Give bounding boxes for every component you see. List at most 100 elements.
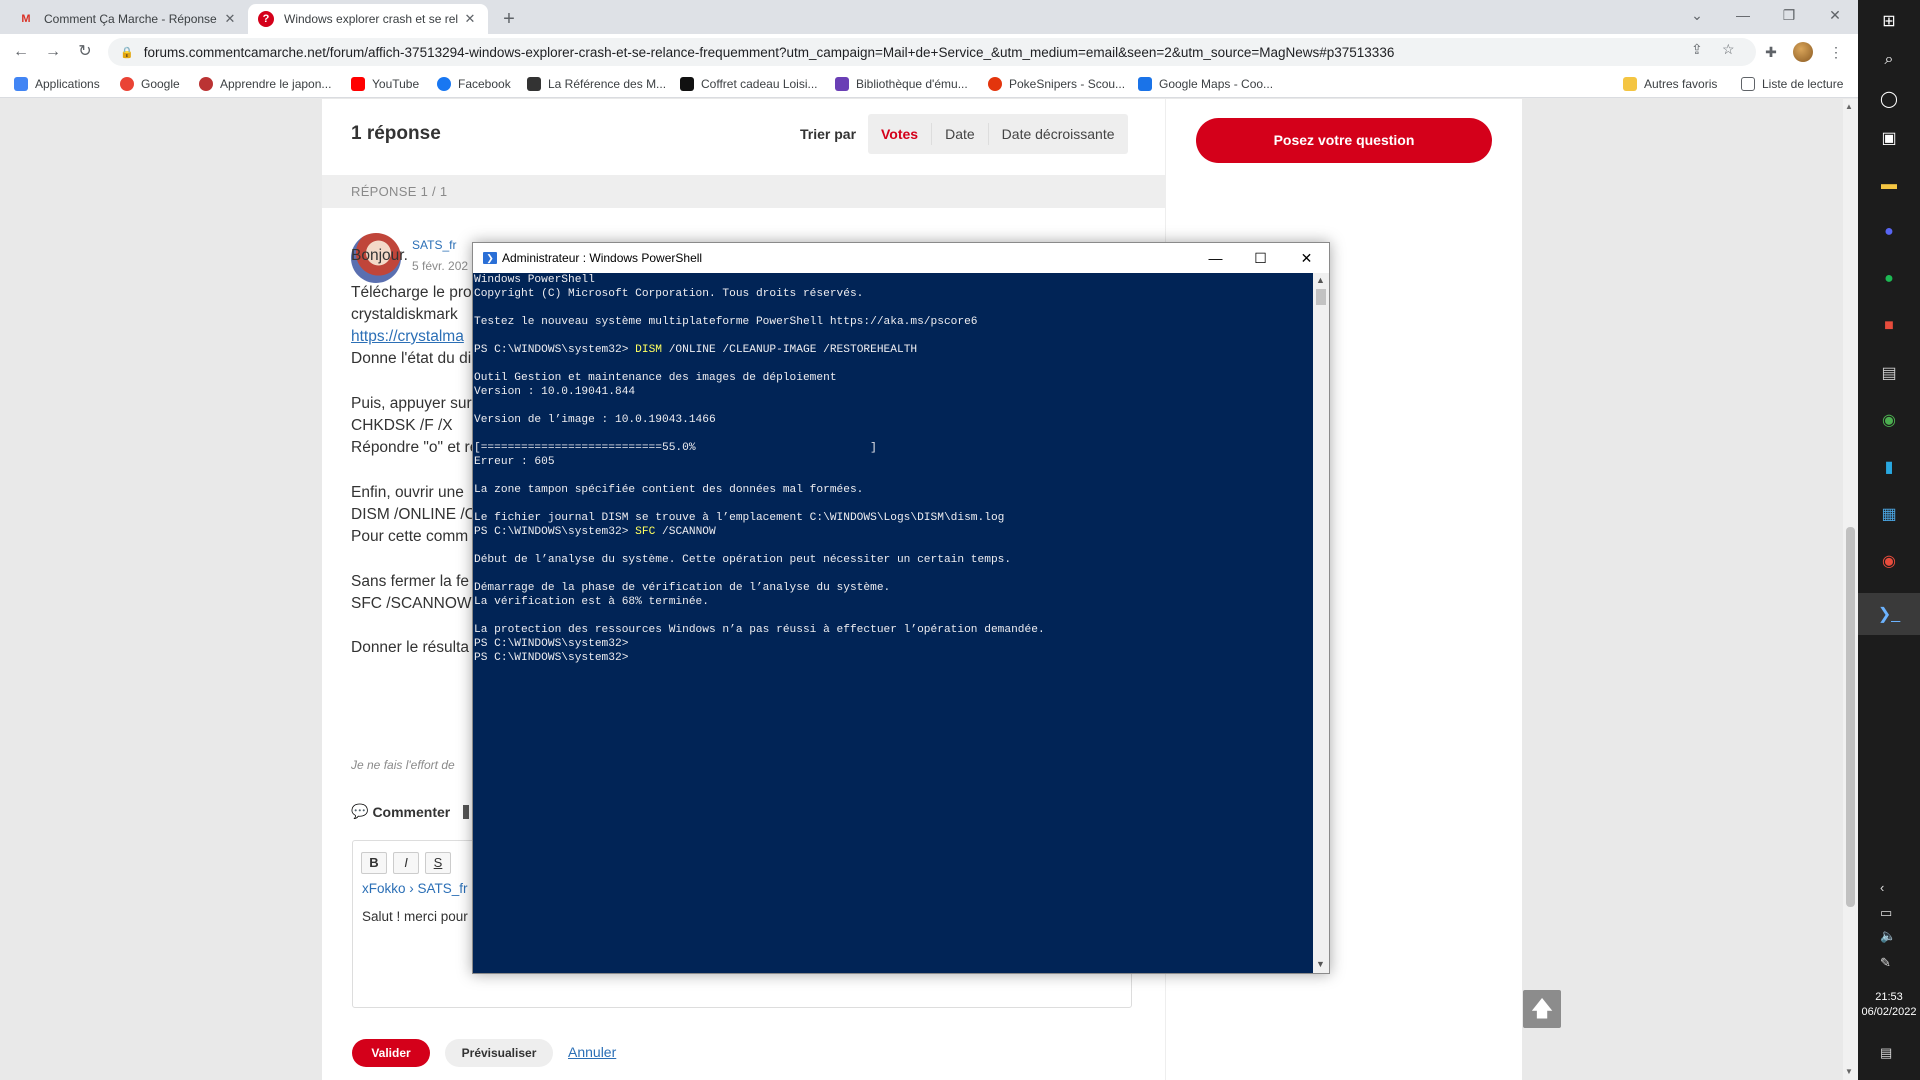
restore-button[interactable]: ❐	[1766, 0, 1812, 30]
scroll-top-arrow-icon[interactable]: 🡅	[1523, 990, 1561, 1028]
console-line: Erreur : 605	[474, 455, 1313, 469]
menu-icon[interactable]: ⋮	[1827, 43, 1845, 61]
tab-ccm[interactable]: ? Windows explorer crash et se rel ✕	[248, 4, 488, 34]
bookmark-maps[interactable]: Google Maps - Coo...	[1138, 75, 1273, 93]
bookmark-facebook[interactable]: Facebook	[437, 75, 511, 93]
app-icon[interactable]: ▮	[1874, 452, 1904, 482]
cortana-icon[interactable]: ◯	[1874, 84, 1904, 114]
extensions-icon[interactable]: ✚	[1762, 43, 1780, 61]
console-text: /SCANNOW	[655, 526, 716, 538]
scroll-thumb[interactable]	[1846, 527, 1855, 907]
profile-avatar[interactable]	[1793, 42, 1813, 62]
page-scrollbar[interactable]: ▲ ▼	[1843, 99, 1858, 1080]
scroll-up-icon[interactable]: ▲	[1845, 102, 1853, 111]
tab-gmail[interactable]: M Comment Ça Marche - Réponse ✕	[8, 4, 248, 34]
bookmark-pokesnipers[interactable]: PokeSnipers - Scou...	[988, 75, 1125, 93]
console-text: Erreur : 605	[474, 456, 555, 468]
comment-button[interactable]: 💬 Commenter	[351, 803, 450, 820]
ps-scroll-up-icon[interactable]: ▲	[1316, 275, 1325, 285]
chrome-icon[interactable]: ◉	[1874, 405, 1904, 435]
powershell-titlebar[interactable]: ❯ Administrateur : Windows PowerShell — …	[473, 243, 1329, 273]
windows-start-icon[interactable]: ⊞	[1874, 6, 1904, 36]
close-icon[interactable]: ✕	[462, 11, 478, 27]
notepad-icon[interactable]: ▤	[1874, 358, 1904, 388]
ps-minimize-button[interactable]: —	[1193, 243, 1238, 273]
powershell-taskbar-icon[interactable]: ❯_	[1858, 593, 1920, 635]
star-icon[interactable]: ☆	[1722, 41, 1735, 58]
tab-search-icon[interactable]: ⌄	[1674, 0, 1720, 30]
strike-button[interactable]: S	[425, 852, 451, 874]
reading-list[interactable]: Liste de lecture	[1741, 75, 1843, 93]
editor-text[interactable]: Salut ! merci pour	[362, 909, 468, 924]
bookmark-coffret[interactable]: Coffret cadeau Loisi...	[680, 75, 818, 93]
scroll-down-icon[interactable]: ▼	[1845, 1067, 1853, 1076]
battery-icon[interactable]: ▭	[1880, 905, 1892, 921]
search-icon[interactable]: ⌕	[1874, 45, 1904, 75]
bookmark-other[interactable]: Autres favoris	[1623, 75, 1717, 93]
bookmark-bibliotheque[interactable]: Bibliothèque d'ému...	[835, 75, 968, 93]
spotify-icon[interactable]: ●	[1874, 264, 1904, 294]
bookmark-japonais[interactable]: Apprendre le japon...	[199, 75, 331, 93]
back-icon[interactable]: ←	[9, 40, 33, 64]
preview-button[interactable]: Prévisualiser	[445, 1039, 553, 1067]
maps-icon	[1138, 77, 1152, 91]
bookmark-label: Google Maps - Coo...	[1159, 77, 1274, 91]
notification-icon[interactable]: ▤	[1880, 1045, 1892, 1061]
facebook-icon	[437, 77, 451, 91]
address-bar[interactable]: 🔒 forums.commentcamarche.net/forum/affic…	[108, 38, 1756, 66]
cancel-link[interactable]: Annuler	[568, 1044, 616, 1060]
minimize-button[interactable]: —	[1720, 0, 1766, 30]
post-text-line: SFC /SCANNOW	[351, 595, 472, 612]
close-icon[interactable]: ✕	[222, 11, 238, 27]
powershell-console[interactable]: Windows PowerShell Copyright (C) Microsof…	[473, 273, 1313, 973]
sort-votes[interactable]: Votes	[868, 123, 933, 145]
ccm-icon: ?	[258, 11, 274, 27]
lock-icon[interactable]: 🔒	[120, 46, 134, 59]
discord-icon[interactable]: ●	[1874, 217, 1904, 247]
ps-maximize-button[interactable]: ☐	[1238, 243, 1283, 273]
office-icon[interactable]: ■	[1874, 311, 1904, 341]
valider-button[interactable]: Valider	[352, 1039, 430, 1067]
powershell-window[interactable]: ❯ Administrateur : Windows PowerShell — …	[472, 242, 1330, 974]
crystaldiskmark-link[interactable]: https://crystalma	[351, 328, 464, 346]
reload-icon[interactable]: ↻	[73, 40, 97, 64]
ask-question-button[interactable]: Posez votre question	[1196, 118, 1492, 163]
photos-icon[interactable]: ▦	[1874, 499, 1904, 529]
console-command: SFC	[635, 526, 656, 538]
reply-breadcrumb[interactable]: xFokko › SATS_fr	[362, 881, 468, 896]
italic-button[interactable]: I	[393, 852, 419, 874]
ps-scroll-down-icon[interactable]: ▼	[1316, 959, 1325, 969]
console-text: Testez le nouveau système multiplateform…	[474, 316, 978, 328]
forward-icon[interactable]: →	[41, 40, 65, 64]
chrome-profile-icon[interactable]: ◉	[1874, 546, 1904, 576]
ps-scrollbar[interactable]: ▲ ▼	[1313, 273, 1329, 973]
task-view-icon[interactable]: ▣	[1874, 123, 1904, 153]
ps-close-button[interactable]: ✕	[1284, 243, 1329, 273]
chevron-left-icon[interactable]: ‹	[1880, 880, 1884, 895]
sort-date[interactable]: Date	[932, 123, 989, 145]
pen-icon[interactable]: ✎	[1880, 955, 1891, 971]
new-tab-button[interactable]: +	[496, 6, 522, 32]
file-explorer-icon[interactable]: ▬	[1874, 170, 1904, 200]
volume-icon[interactable]: 🔈	[1880, 928, 1896, 944]
bold-button[interactable]: B	[361, 852, 387, 874]
author-link[interactable]: SATS_fr	[412, 238, 456, 252]
console-text: Démarrage de la phase de vérification de…	[474, 582, 891, 594]
bookmark-applications[interactable]: Applications	[14, 75, 100, 93]
bookmark-youtube[interactable]: YouTube	[351, 75, 419, 93]
vote-icon[interactable]	[463, 805, 469, 819]
clock[interactable]: 21:53 06/02/2022	[1858, 990, 1920, 1020]
post-text-line: Bonjour.	[351, 247, 408, 264]
share-icon[interactable]: ⇪	[1691, 41, 1703, 58]
console-text: Windows PowerShell	[474, 274, 595, 286]
bookmark-reference[interactable]: La Référence des M...	[527, 75, 666, 93]
close-window-button[interactable]: ✕	[1812, 0, 1858, 30]
sort-date-desc[interactable]: Date décroissante	[989, 123, 1128, 145]
post-text-line: CHKDSK /F /X	[351, 417, 453, 434]
ps-scroll-thumb[interactable]	[1316, 289, 1326, 305]
bookmark-google[interactable]: Google	[120, 75, 180, 93]
bookmark-label: Facebook	[458, 77, 511, 91]
